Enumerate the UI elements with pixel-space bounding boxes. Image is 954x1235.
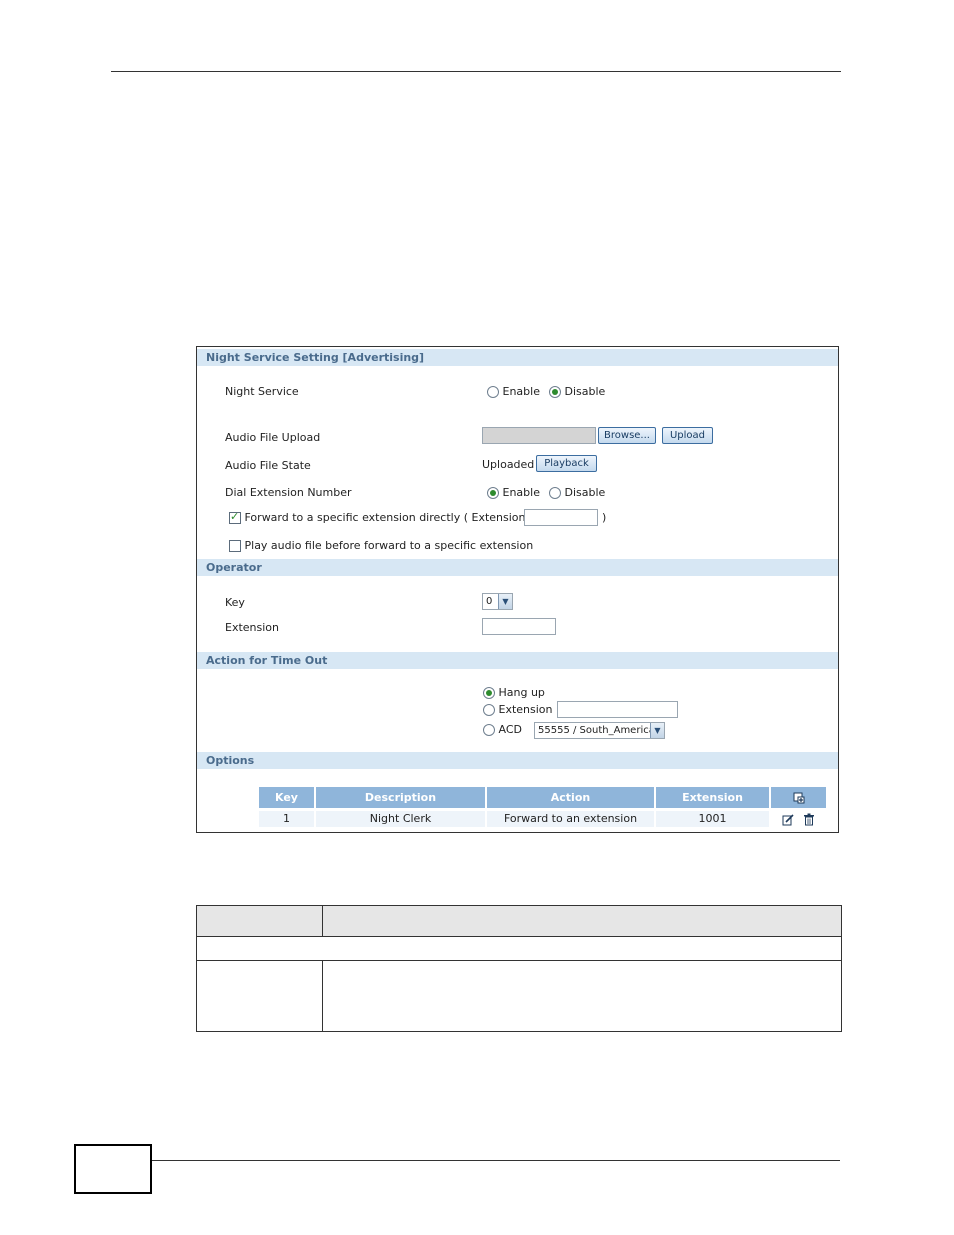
timeout-hangup-option[interactable]: Hang up: [483, 686, 545, 699]
play-audio-checkbox[interactable]: [229, 540, 241, 552]
timeout-extension-radio[interactable]: [483, 704, 495, 716]
timeout-acd-radio[interactable]: [483, 724, 495, 736]
timeout-acd-label: ACD: [498, 723, 522, 736]
dial-extension-enable-option[interactable]: Enable: [487, 486, 540, 499]
audio-upload-label: Audio File Upload: [225, 431, 321, 444]
night-service-panel: Night Service Setting [Advertising] Nigh…: [196, 346, 839, 833]
audio-state-label: Audio File State: [225, 459, 311, 472]
operator-key-label: Key: [225, 596, 245, 609]
night-service-disable-option[interactable]: Disable: [549, 385, 605, 398]
description-table-header: [197, 906, 841, 937]
options-section-title: Options: [197, 752, 838, 769]
chevron-down-icon: ▼: [498, 594, 512, 609]
upload-button[interactable]: Upload: [662, 427, 713, 444]
browse-button[interactable]: Browse...: [598, 427, 656, 444]
page-number-box: [74, 1144, 152, 1194]
column-header-description: Description: [316, 787, 485, 808]
night-service-section-title: Night Service Setting [Advertising]: [197, 349, 838, 366]
acd-select[interactable]: 55555 / South_America ▼: [534, 722, 665, 739]
row-extension: 1001: [656, 811, 769, 827]
operator-key-select[interactable]: 0 ▼: [482, 593, 513, 610]
column-header-key: Key: [259, 787, 314, 808]
forward-label: Forward to a specific extension directly…: [244, 511, 526, 524]
night-service-enable-label: Enable: [502, 385, 540, 398]
timeout-hangup-label: Hang up: [498, 686, 545, 699]
column-header-extension: Extension: [656, 787, 769, 808]
night-service-enable-option[interactable]: Enable: [487, 385, 540, 398]
play-audio-option[interactable]: Play audio file before forward to a spec…: [229, 539, 533, 552]
timeout-section-title: Action for Time Out: [197, 652, 838, 669]
forward-extension-input[interactable]: [524, 509, 598, 526]
chevron-down-icon: ▼: [650, 723, 664, 738]
dial-extension-label: Dial Extension Number: [225, 486, 352, 499]
playback-button[interactable]: Playback: [536, 455, 597, 472]
forward-option[interactable]: Forward to a specific extension directly…: [229, 510, 526, 524]
row-description: Night Clerk: [316, 811, 485, 827]
forward-checkbox[interactable]: [229, 510, 241, 524]
timeout-extension-input[interactable]: [557, 701, 678, 718]
audio-state-value: Uploaded: [482, 458, 535, 471]
night-service-disable-radio[interactable]: [549, 386, 561, 398]
operator-extension-label: Extension: [225, 621, 280, 634]
row-key: 1: [259, 811, 314, 827]
timeout-extension-option[interactable]: Extension: [483, 703, 553, 716]
trash-icon[interactable]: [803, 813, 815, 826]
edit-icon[interactable]: [782, 813, 795, 826]
timeout-acd-option[interactable]: ACD: [483, 723, 522, 736]
add-icon[interactable]: [793, 792, 805, 804]
forward-close-paren: ): [602, 511, 607, 524]
column-header-action: Action: [487, 787, 654, 808]
dial-extension-disable-radio[interactable]: [549, 487, 561, 499]
description-table-divider: [322, 906, 323, 936]
dial-extension-enable-radio[interactable]: [487, 487, 499, 499]
play-audio-label: Play audio file before forward to a spec…: [244, 539, 534, 552]
acd-select-value: 55555 / South_America: [538, 725, 655, 736]
audio-file-input[interactable]: [482, 427, 596, 444]
footer-rule: [152, 1160, 840, 1161]
night-service-enable-radio[interactable]: [487, 386, 499, 398]
description-table-section-row: [197, 936, 841, 961]
dial-extension-enable-label: Enable: [502, 486, 540, 499]
description-table-divider: [322, 961, 323, 1032]
row-action: Forward to an extension: [487, 811, 654, 827]
header-rule: [111, 71, 841, 72]
operator-key-value: 0: [486, 596, 493, 607]
timeout-extension-label: Extension: [498, 703, 553, 716]
dial-extension-disable-label: Disable: [564, 486, 606, 499]
dial-extension-disable-option[interactable]: Disable: [549, 486, 605, 499]
add-entry-header: [771, 787, 826, 808]
operator-section-title: Operator: [197, 559, 838, 576]
night-service-disable-label: Disable: [564, 385, 606, 398]
operator-extension-input[interactable]: [482, 618, 556, 635]
night-service-label: Night Service: [225, 385, 299, 398]
timeout-hangup-radio[interactable]: [483, 687, 495, 699]
description-table: [196, 905, 842, 1032]
row-actions: [771, 811, 826, 827]
